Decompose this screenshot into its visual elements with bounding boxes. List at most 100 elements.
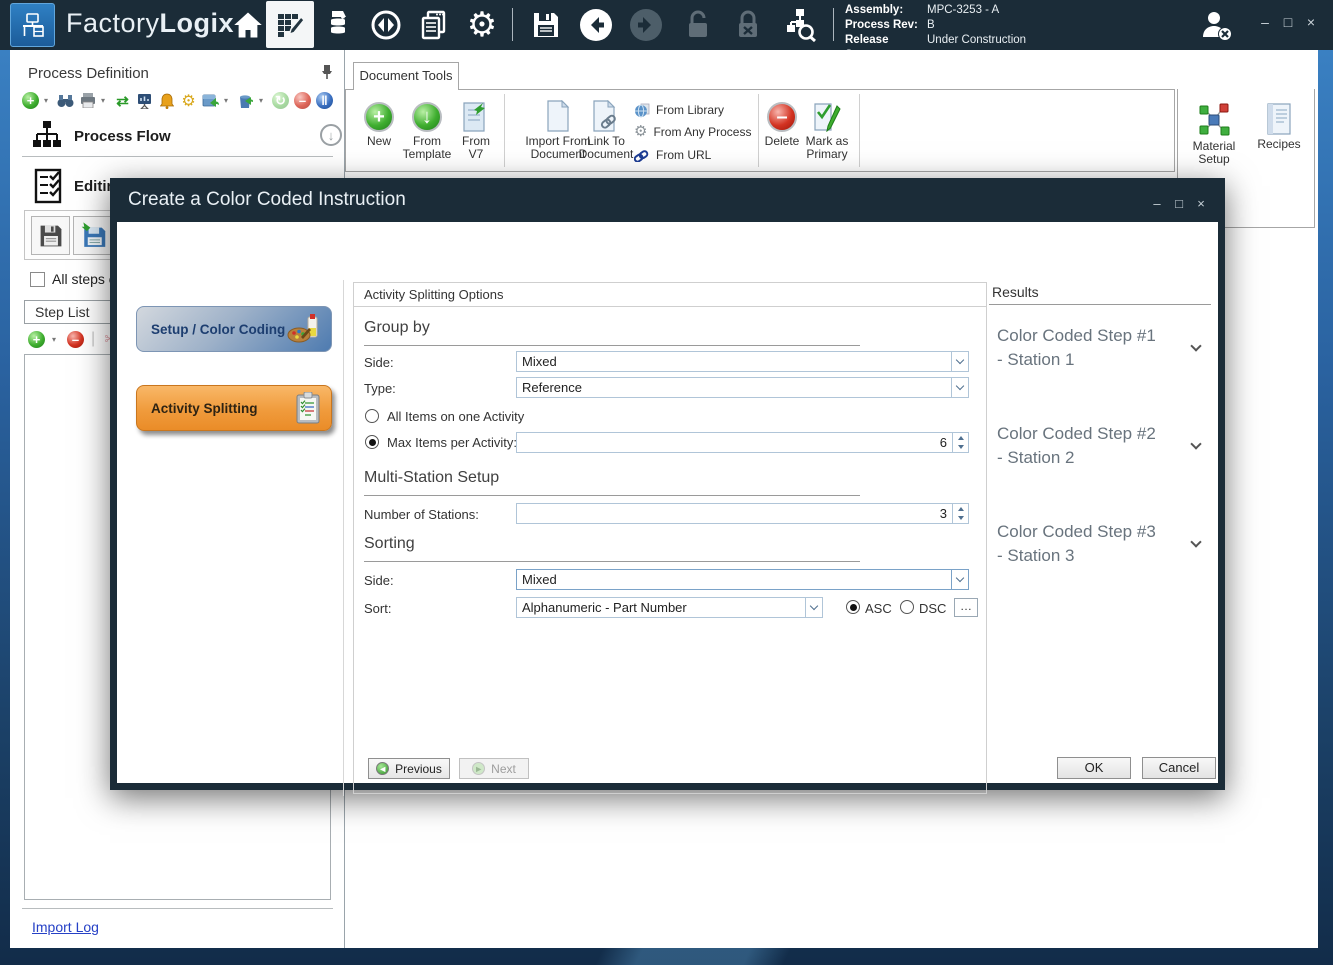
- side-select[interactable]: Mixed: [516, 351, 969, 372]
- from-v7-button[interactable]: From V7: [454, 102, 498, 161]
- link-to-document-button[interactable]: Link To Document: [568, 100, 644, 161]
- from-library-button[interactable]: From Library: [634, 102, 724, 118]
- process-search-icon[interactable]: [782, 8, 818, 42]
- binoculars-icon[interactable]: [57, 92, 74, 109]
- v7-document-icon: [461, 102, 491, 132]
- pause-icon[interactable]: ‖: [316, 92, 333, 109]
- save-icon[interactable]: [528, 8, 564, 42]
- add-step-icon[interactable]: +: [28, 331, 45, 348]
- spinner-arrows[interactable]: [952, 433, 968, 452]
- library-globe-icon: [634, 102, 650, 118]
- settings-gear-icon[interactable]: ⚙: [464, 8, 500, 42]
- add-step-dropdown-caret[interactable]: ▾: [52, 335, 60, 344]
- results-title: Results: [992, 284, 1039, 300]
- sorting-side-select[interactable]: Mixed: [516, 569, 969, 590]
- template-download-icon: ↓: [412, 102, 442, 132]
- forward-icon[interactable]: [628, 8, 664, 42]
- result-step-1[interactable]: Color Coded Step #1 - Station 1: [997, 324, 1212, 372]
- from-template-button[interactable]: ↓ From Template: [400, 102, 454, 161]
- all-steps-checkbox[interactable]: [30, 272, 45, 287]
- close-button[interactable]: ×: [1301, 14, 1321, 30]
- new-icon: +: [364, 102, 394, 132]
- previous-button[interactable]: ◄ Previous: [368, 758, 450, 779]
- from-any-process-button[interactable]: ⚙ From Any Process: [634, 125, 751, 139]
- material-setup-button[interactable]: Material Setup: [1182, 103, 1246, 166]
- dialog-minimize-button[interactable]: –: [1148, 196, 1166, 211]
- save-import-button[interactable]: [73, 216, 112, 255]
- lock-revoke-icon[interactable]: [730, 8, 766, 42]
- presentation-icon[interactable]: [136, 92, 153, 109]
- add-icon[interactable]: +: [22, 92, 39, 109]
- type-select[interactable]: Reference: [516, 377, 969, 398]
- all-items-radio[interactable]: [365, 409, 379, 423]
- url-link-icon: [634, 149, 650, 162]
- minimize-button[interactable]: –: [1255, 14, 1275, 30]
- ok-button[interactable]: OK: [1057, 757, 1131, 779]
- result-step-2[interactable]: Color Coded Step #2 - Station 2: [997, 422, 1212, 470]
- type-label: Type:: [364, 381, 396, 396]
- nav-activity-splitting-button[interactable]: Activity Splitting: [136, 385, 332, 431]
- chevron-down-icon: [951, 378, 968, 397]
- save-document-button[interactable]: [31, 216, 70, 255]
- dialog-close-button[interactable]: ×: [1192, 196, 1210, 211]
- unlock-icon[interactable]: [680, 8, 716, 42]
- process-rev-label: Process Rev:: [845, 18, 927, 33]
- refresh-icon[interactable]: ↻: [272, 92, 289, 109]
- max-items-spinner[interactable]: 6: [516, 432, 969, 453]
- panel-toolbar: + ▾ ▾ ⇄ ⚙ ▾ ▾ ↻ – ‖: [22, 92, 333, 109]
- number-of-stations-spinner[interactable]: 3: [516, 503, 969, 524]
- dsc-radio[interactable]: [900, 600, 914, 614]
- bell-icon[interactable]: [158, 92, 175, 109]
- sort-more-button[interactable]: …: [954, 598, 978, 617]
- home-icon[interactable]: [230, 8, 266, 42]
- dialog-divider: [343, 280, 344, 796]
- next-button[interactable]: ► Next: [459, 758, 529, 779]
- back-icon[interactable]: [578, 8, 614, 42]
- max-items-radio[interactable]: [365, 435, 379, 449]
- documents-icon[interactable]: [416, 8, 452, 42]
- result-step-3[interactable]: Color Coded Step #3 - Station 3: [997, 520, 1212, 568]
- nav-setup-color-coding-button[interactable]: Setup / Color Coding: [136, 306, 332, 352]
- from-url-button[interactable]: From URL: [634, 148, 711, 162]
- new-document-button[interactable]: + New: [356, 102, 402, 148]
- export-dropdown-caret[interactable]: ▾: [259, 96, 267, 105]
- gear-yellow-icon[interactable]: ⚙: [180, 92, 197, 109]
- remove-step-icon[interactable]: –: [67, 331, 84, 348]
- cancel-button[interactable]: Cancel: [1142, 757, 1216, 779]
- export-trash-icon[interactable]: [237, 92, 254, 109]
- import-document-icon: [546, 100, 570, 132]
- user-logout-icon[interactable]: [1198, 8, 1234, 42]
- mark-as-primary-button[interactable]: Mark as Primary: [798, 102, 856, 161]
- results-underline: [989, 304, 1211, 305]
- process-flow-icon: [32, 120, 62, 150]
- import-package-icon[interactable]: [202, 92, 219, 109]
- add-dropdown-caret[interactable]: ▾: [44, 96, 52, 105]
- process-flow-expander-icon[interactable]: ↓: [320, 124, 342, 146]
- ribbon-separator: [859, 94, 860, 167]
- transfer-icon[interactable]: [368, 8, 404, 42]
- titlebar-divider: [512, 8, 513, 41]
- dialog-maximize-button[interactable]: □: [1170, 196, 1188, 211]
- remove-icon[interactable]: –: [294, 92, 311, 109]
- dialog-body: Setup / Color Coding Activity Splitting …: [117, 222, 1218, 783]
- exchange-icon[interactable]: ⇄: [114, 92, 131, 109]
- tab-document-tools[interactable]: Document Tools: [353, 62, 459, 90]
- process-gears-icon: ⚙: [634, 125, 647, 139]
- panel-title: Process Definition: [28, 65, 149, 82]
- import-log-link[interactable]: Import Log: [32, 919, 99, 935]
- import-dropdown-caret[interactable]: ▾: [224, 96, 232, 105]
- asc-radio[interactable]: [846, 600, 860, 614]
- print-icon[interactable]: [79, 92, 96, 109]
- materials-bin-icon[interactable]: [320, 8, 356, 42]
- sort-select[interactable]: Alphanumeric - Part Number: [516, 597, 823, 618]
- spinner-arrows[interactable]: [952, 504, 968, 523]
- maximize-button[interactable]: □: [1278, 14, 1298, 30]
- print-dropdown-caret[interactable]: ▾: [101, 96, 109, 105]
- recipes-button[interactable]: Recipes: [1250, 103, 1308, 151]
- palette-icon: [287, 314, 321, 344]
- side-label: Side:: [364, 355, 394, 370]
- process-editor-icon[interactable]: [266, 1, 314, 48]
- primary-check-icon: [813, 102, 841, 132]
- pin-icon[interactable]: [320, 64, 334, 80]
- assembly-label: Assembly:: [845, 3, 927, 18]
